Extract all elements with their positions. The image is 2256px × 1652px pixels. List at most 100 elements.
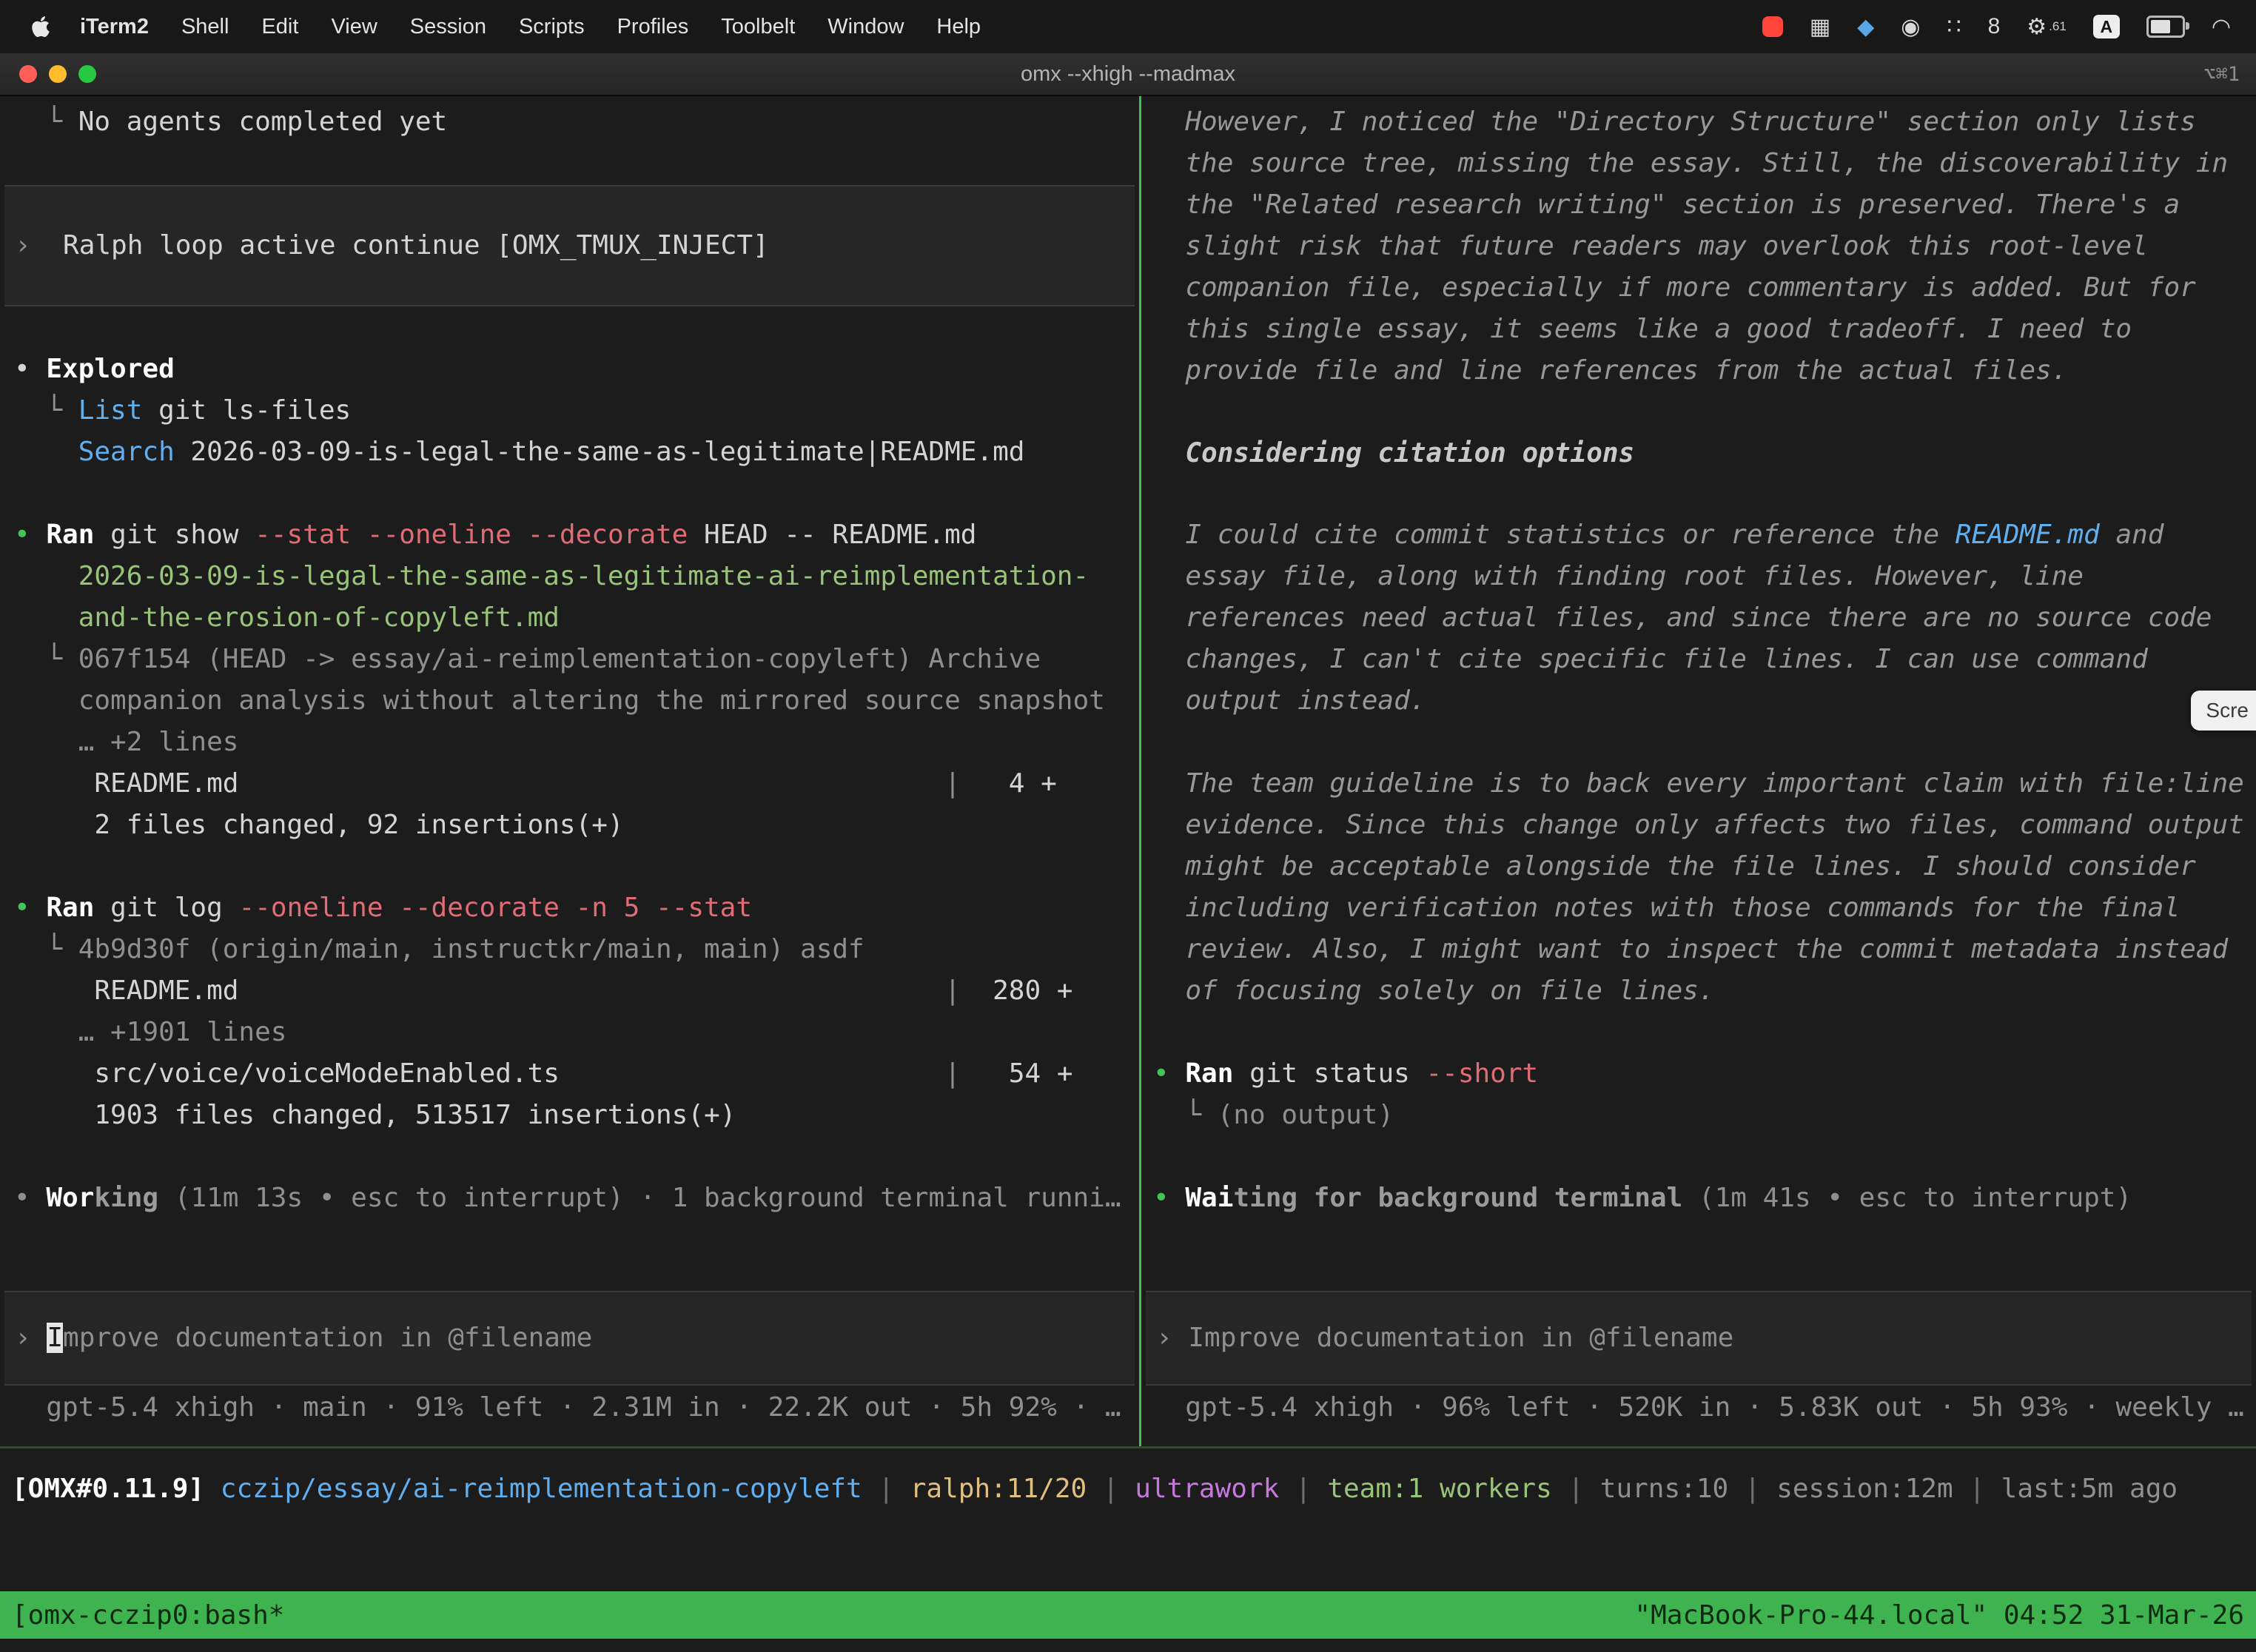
menu-item-toolbelt[interactable]: Toolbelt bbox=[721, 15, 795, 39]
terminal-line: this single essay, it seems like a good … bbox=[1153, 309, 2256, 350]
right-terminal-pane[interactable]: However, I noticed the "Directory Struct… bbox=[1141, 96, 2256, 1446]
terminal-line: the source tree, missing the essay. Stil… bbox=[1153, 143, 2256, 184]
text-segment: mprove documentation in @filename bbox=[63, 1323, 592, 1353]
text-segment: • bbox=[1153, 1058, 1185, 1089]
terminal-line: companion file, especially if more comme… bbox=[1153, 267, 2256, 309]
text-segment: • bbox=[14, 354, 46, 384]
menu-item-iterm2[interactable]: iTerm2 bbox=[80, 15, 149, 39]
prompt-input[interactable]: › Improve documentation in @filename bbox=[1146, 1291, 2252, 1386]
text-segment: --short bbox=[1426, 1058, 1538, 1089]
tmux-status-bar: [omx-cczip0:bash* "MacBook-Pro-44.local"… bbox=[0, 1591, 2256, 1639]
window-grid-icon[interactable]: ▦ bbox=[1810, 14, 1830, 40]
text-segment: • bbox=[14, 1183, 46, 1213]
text-segment: • bbox=[1153, 1183, 1185, 1213]
text-segment: Ran bbox=[1185, 1058, 1233, 1089]
text-segment: cczip/essay/ai-reimplementation-copyleft bbox=[221, 1474, 862, 1504]
launchpad-dots-icon[interactable]: ∷ bbox=[1947, 14, 1961, 40]
text-segment: No agents completed yet bbox=[78, 107, 448, 137]
figure-8-icon[interactable]: 8 bbox=[1988, 14, 2001, 39]
text-segment: ting for background terminal bbox=[1233, 1183, 1682, 1213]
text-segment: README.md bbox=[14, 976, 238, 1006]
text-segment: | bbox=[560, 1058, 961, 1089]
text-segment: references need actual files, and since … bbox=[1153, 602, 2212, 633]
text-segment: --oneline --decorate -n 5 --stat bbox=[238, 893, 752, 923]
text-segment: Wor bbox=[46, 1183, 94, 1213]
status-separator bbox=[0, 1446, 2256, 1448]
menu-item-scripts[interactable]: Scripts bbox=[519, 15, 585, 39]
tmux-session-label: [omx-cczip0:bash* bbox=[12, 1600, 284, 1631]
terminal-line: 1903 files changed, 513517 insertions(+) bbox=[14, 1095, 1139, 1136]
terminal-line: • Ran git show --stat --oneline --decora… bbox=[14, 514, 1139, 556]
text-segment: ultrawork bbox=[1135, 1474, 1279, 1504]
menu-status-icons: ▦ ◆ ◉ ∷ 8 ⚙.61 A ◠ bbox=[1762, 14, 2231, 40]
left-terminal-pane[interactable]: └ No agents completed yet› Ralph loop ac… bbox=[0, 96, 1139, 1446]
battery-icon[interactable] bbox=[2146, 16, 2185, 38]
menu-item-profiles[interactable]: Profiles bbox=[617, 15, 689, 39]
terminal-line: └ 4b9d30f (origin/main, instructkr/main,… bbox=[14, 929, 1139, 970]
wifi-icon[interactable]: ◠ bbox=[2212, 14, 2231, 40]
terminal-line: including verification notes with those … bbox=[1153, 887, 2256, 929]
prompt-input[interactable]: › Improve documentation in @filename bbox=[4, 1291, 1135, 1386]
text-cursor: I bbox=[47, 1323, 63, 1353]
text-segment: └ 067f154 (HEAD -> essay/ai-reimplementa… bbox=[14, 644, 1041, 674]
text-segment: turns:10 bbox=[1600, 1474, 1728, 1504]
terminal-line: evidence. Since this change only affects… bbox=[1153, 805, 2256, 846]
blue-app-icon[interactable]: ◆ bbox=[1857, 14, 1874, 40]
terminal-line: └ List git ls-files bbox=[14, 390, 1139, 432]
menu-item-edit[interactable]: Edit bbox=[261, 15, 298, 39]
text-segment: README.md bbox=[1955, 520, 2100, 550]
minimize-window-button[interactable] bbox=[49, 65, 67, 83]
terminal-line: └ 067f154 (HEAD -> essay/ai-reimplementa… bbox=[14, 639, 1139, 680]
text-segment: The team guideline is to back every impo… bbox=[1153, 768, 2244, 799]
text-segment: Ran bbox=[46, 520, 94, 550]
terminal-line: Search 2026-03-09-is-legal-the-same-as-l… bbox=[14, 432, 1139, 473]
terminal-line: src/voice/voiceModeEnabled.ts | 54 + bbox=[14, 1053, 1139, 1095]
terminal-line: • Explored bbox=[14, 349, 1139, 390]
text-segment: … +1901 lines bbox=[14, 1017, 286, 1047]
terminal-line: the "Related research writing" section i… bbox=[1153, 184, 2256, 226]
text-segment: essay file, along with finding root file… bbox=[1153, 561, 2084, 591]
text-segment: Wai bbox=[1185, 1183, 1233, 1213]
text-segment: List bbox=[78, 395, 143, 426]
terminal-line: • Ran git log --oneline --decorate -n 5 … bbox=[14, 887, 1139, 929]
terminal-line: README.md | 280 + bbox=[14, 970, 1139, 1012]
menu-item-help[interactable]: Help bbox=[936, 15, 981, 39]
menu-item-view[interactable]: View bbox=[331, 15, 377, 39]
text-segment: … +2 lines bbox=[14, 727, 238, 757]
text-segment: (11m 13s • esc to interrupt) · 1 backgro… bbox=[158, 1183, 1121, 1213]
screen-recording-stop-icon[interactable] bbox=[1762, 16, 1783, 37]
apple-menu-icon[interactable] bbox=[31, 15, 50, 38]
text-segment: git log bbox=[94, 893, 238, 923]
text-segment: the "Related research writing" section i… bbox=[1153, 189, 2180, 220]
terminal-line: slight risk that future readers may over… bbox=[1153, 226, 2256, 267]
text-segment: • bbox=[14, 520, 46, 550]
text-segment: might be acceptable alongside the file l… bbox=[1153, 851, 2196, 882]
menu-item-window[interactable]: Window bbox=[827, 15, 904, 39]
stats-gear-icon[interactable]: ⚙.61 bbox=[2027, 14, 2067, 40]
prompt-text: › Improve documentation in @filename bbox=[4, 1317, 592, 1359]
text-segment: └ bbox=[14, 107, 78, 137]
window-title-bar: omx --xhigh --madmax ⌥⌘1 bbox=[0, 53, 2256, 96]
dark-app-icon[interactable]: ◉ bbox=[1901, 14, 1920, 40]
text-segment: companion file, especially if more comme… bbox=[1153, 272, 2196, 303]
text-segment: including verification notes with those … bbox=[1153, 893, 2180, 923]
menu-item-session[interactable]: Session bbox=[410, 15, 486, 39]
text-segment: last:5m ago bbox=[2001, 1474, 2178, 1504]
text-segment: HEAD -- README.md bbox=[688, 520, 976, 550]
terminal-line: gpt-5.4 xhigh · main · 91% left · 2.31M … bbox=[14, 1387, 1139, 1428]
menu-item-shell[interactable]: Shell bbox=[181, 15, 229, 39]
text-segment: | bbox=[862, 1474, 910, 1504]
terminal-line: 2 files changed, 92 insertions(+) bbox=[14, 805, 1139, 846]
text-segment: | bbox=[238, 976, 960, 1006]
close-window-button[interactable] bbox=[19, 65, 37, 83]
text-segment: | bbox=[1552, 1474, 1600, 1504]
zoom-window-button[interactable] bbox=[78, 65, 96, 83]
text-segment: --stat --oneline --decorate bbox=[255, 520, 688, 550]
terminal-line: review. Also, I might want to inspect th… bbox=[1153, 929, 2256, 970]
screen-share-overlay-button[interactable]: Scre bbox=[2191, 691, 2256, 731]
input-source-icon[interactable]: A bbox=[2093, 15, 2120, 38]
text-segment: this single essay, it seems like a good … bbox=[1153, 314, 2132, 344]
omx-status-line: [OMX#0.11.9] cczip/essay/ai-reimplementa… bbox=[12, 1468, 2178, 1510]
text-segment: Considering citation options bbox=[1153, 438, 1634, 469]
text-segment: 2 files changed, 92 insertions(+) bbox=[14, 810, 624, 840]
